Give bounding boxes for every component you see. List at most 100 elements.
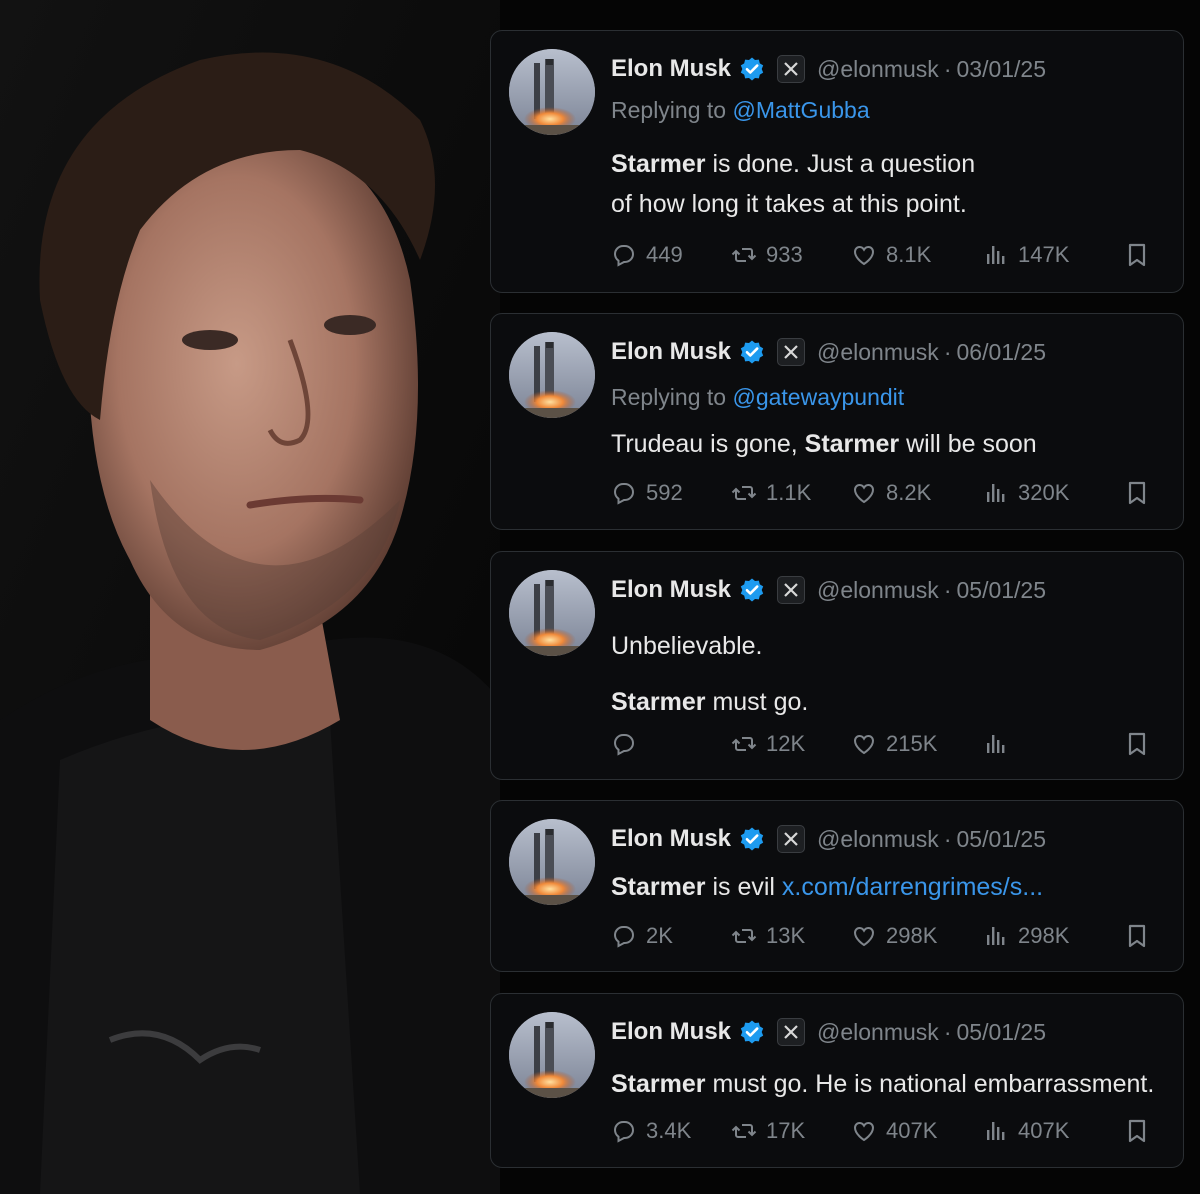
verified-badge-icon xyxy=(739,577,765,603)
verified-badge-icon xyxy=(739,826,765,852)
reply-context: Replying to @gatewaypundit xyxy=(611,384,904,411)
x-logo-icon xyxy=(777,338,806,366)
bookmark-button[interactable] xyxy=(1124,731,1159,757)
text-segment: Trudeau is gone, xyxy=(611,430,805,458)
action-bar: 592 1.1K 8.2K 320K xyxy=(611,480,1159,512)
repost-button[interactable]: 17K xyxy=(731,1118,805,1144)
repost-count: 17K xyxy=(766,1118,806,1143)
separator-dot: · xyxy=(943,576,952,603)
tweet-date[interactable]: 05/01/25 xyxy=(956,577,1046,604)
like-button[interactable]: 8.1K xyxy=(851,242,931,268)
avatar[interactable] xyxy=(509,1012,595,1098)
bookmark-button[interactable] xyxy=(1124,480,1159,506)
tweet-text-line: Unbelievable. xyxy=(611,618,808,674)
reply-button[interactable] xyxy=(611,731,646,757)
reply-button[interactable]: 3.4K xyxy=(611,1118,691,1144)
like-icon xyxy=(851,1118,886,1144)
repost-count: 933 xyxy=(766,242,803,267)
text-segment: must go. He is national embarrassment. xyxy=(705,1070,1155,1098)
repost-button[interactable]: 13K xyxy=(731,923,805,949)
bold-word: Starmer xyxy=(611,150,706,178)
separator-dot: · xyxy=(943,338,952,365)
repost-button[interactable]: 1.1K xyxy=(731,480,811,506)
tweet-date[interactable]: 06/01/25 xyxy=(956,339,1046,366)
like-button[interactable]: 8.2K xyxy=(851,480,931,506)
tweet-card[interactable]: Elon Musk @elonmusk · 05/01/25 Starmer m… xyxy=(490,993,1184,1168)
x-logo-icon xyxy=(777,825,806,853)
author-handle[interactable]: @elonmusk xyxy=(817,339,939,366)
author-handle[interactable]: @elonmusk xyxy=(817,1019,939,1046)
author-name[interactable]: Elon Musk xyxy=(611,1018,731,1046)
views-icon xyxy=(983,242,1018,268)
bookmark-button[interactable] xyxy=(1124,1118,1159,1144)
views-count: 147K xyxy=(1018,242,1070,267)
like-button[interactable]: 298K xyxy=(851,923,937,949)
bookmark-button[interactable] xyxy=(1124,923,1159,949)
repost-icon xyxy=(731,1118,766,1144)
bookmark-icon xyxy=(1124,1118,1159,1144)
text-segment: Unbelievable. xyxy=(611,632,763,660)
reply-count: 3.4K xyxy=(646,1118,692,1143)
reply-button[interactable]: 2K xyxy=(611,923,673,949)
author-name[interactable]: Elon Musk xyxy=(611,576,731,604)
tweet-text-line: Starmer must go. xyxy=(611,674,808,730)
bookmark-button[interactable] xyxy=(1124,242,1159,268)
tweet-card[interactable]: Elon Musk @elonmusk · 05/01/25 Starmer i… xyxy=(490,800,1184,972)
verified-badge-icon xyxy=(739,56,765,82)
reply-icon xyxy=(611,731,646,757)
reply-context: Replying to @MattGubba xyxy=(611,97,870,124)
repost-button[interactable]: 12K xyxy=(731,731,805,757)
like-icon xyxy=(851,731,886,757)
like-button[interactable]: 407K xyxy=(851,1118,937,1144)
reply-button[interactable]: 449 xyxy=(611,242,683,268)
avatar[interactable] xyxy=(509,49,595,135)
action-bar: 2K 13K 298K 298K xyxy=(611,923,1159,955)
like-button[interactable]: 215K xyxy=(851,731,937,757)
reply-mention-link[interactable]: @gatewaypundit xyxy=(732,384,904,410)
tweet-date[interactable]: 05/01/25 xyxy=(956,1019,1046,1046)
like-icon xyxy=(851,923,886,949)
author-name[interactable]: Elon Musk xyxy=(611,825,731,853)
reply-count: 592 xyxy=(646,480,683,505)
author-handle[interactable]: @elonmusk xyxy=(817,56,939,83)
reply-count: 449 xyxy=(646,242,683,267)
avatar[interactable] xyxy=(509,819,595,905)
bookmark-icon xyxy=(1124,731,1159,757)
like-count: 8.1K xyxy=(886,242,932,267)
tweet-card[interactable]: Elon Musk @elonmusk · 06/01/25 Replying … xyxy=(490,313,1184,530)
repost-button[interactable]: 933 xyxy=(731,242,803,268)
views-button[interactable]: 407K xyxy=(983,1118,1069,1144)
verified-badge-icon xyxy=(739,339,765,365)
views-icon xyxy=(983,923,1018,949)
x-logo-icon xyxy=(777,1018,806,1046)
separator-dot: · xyxy=(943,1018,952,1045)
author-name[interactable]: Elon Musk xyxy=(611,338,731,366)
tweet-text-line: Trudeau is gone, Starmer will be soon xyxy=(611,424,1037,464)
author-handle[interactable]: @elonmusk xyxy=(817,577,939,604)
views-button[interactable] xyxy=(983,731,1018,757)
action-bar: 12K 215K xyxy=(611,731,1159,763)
reply-icon xyxy=(611,1118,646,1144)
bookmark-icon xyxy=(1124,242,1159,268)
tweet-link[interactable]: x.com/darrengrimes/s... xyxy=(782,873,1043,901)
author-name[interactable]: Elon Musk xyxy=(611,55,731,83)
avatar[interactable] xyxy=(509,332,595,418)
repost-count: 1.1K xyxy=(766,480,812,505)
views-button[interactable]: 298K xyxy=(983,923,1069,949)
tweet-date[interactable]: 05/01/25 xyxy=(956,826,1046,853)
views-button[interactable]: 147K xyxy=(983,242,1069,268)
reply-mention-link[interactable]: @MattGubba xyxy=(732,97,869,123)
tweet-card[interactable]: Elon Musk @elonmusk · 05/01/25 Unbelieva… xyxy=(490,551,1184,780)
bold-word: Starmer xyxy=(611,873,706,901)
views-button[interactable]: 320K xyxy=(983,480,1069,506)
tweet-card[interactable]: Elon Musk @elonmusk · 03/01/25 Replying … xyxy=(490,30,1184,293)
like-icon xyxy=(851,480,886,506)
like-count: 8.2K xyxy=(886,480,932,505)
avatar[interactable] xyxy=(509,570,595,656)
author-handle[interactable]: @elonmusk xyxy=(817,826,939,853)
action-bar: 449 933 8.1K 147K xyxy=(611,242,1159,274)
tweet-text: Starmer is done. Just a question of how l… xyxy=(611,144,975,224)
tweet-date[interactable]: 03/01/25 xyxy=(956,56,1046,83)
views-count: 407K xyxy=(1018,1118,1070,1143)
reply-button[interactable]: 592 xyxy=(611,480,683,506)
